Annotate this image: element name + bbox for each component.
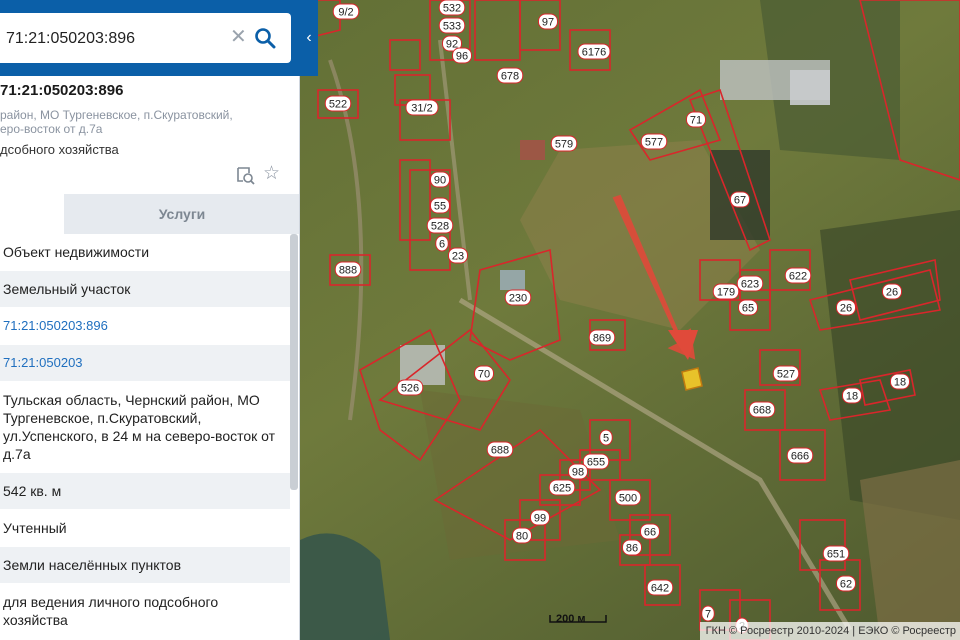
parcel-label[interactable]: 90 <box>434 175 446 187</box>
parcel-label[interactable]: 71 <box>690 115 702 127</box>
parcel-label[interactable]: 532 <box>443 3 461 15</box>
parcel-label[interactable]: 62 <box>840 579 852 591</box>
parcel-label[interactable]: 80 <box>516 531 528 543</box>
search-icon[interactable] <box>254 27 276 49</box>
parcel-label[interactable]: 642 <box>651 583 669 595</box>
parcel-label[interactable]: 622 <box>789 271 807 283</box>
property-link[interactable]: 71:21:050203 <box>0 345 290 382</box>
parcel-label[interactable]: 625 <box>553 483 571 495</box>
parcel-label[interactable]: 655 <box>587 457 605 469</box>
parcel-label[interactable]: 70 <box>478 369 490 381</box>
parcel-label[interactable]: 97 <box>542 17 554 29</box>
property-row: Объект недвижимости <box>0 234 290 271</box>
object-address-line1: район, МО Тургеневское, п.Скуратовский, <box>0 108 233 122</box>
parcel-label[interactable]: 623 <box>741 279 759 291</box>
parcel-label[interactable]: 65 <box>742 303 754 315</box>
parcel-label[interactable]: 579 <box>555 139 573 151</box>
parcel-label[interactable]: 18 <box>846 391 858 403</box>
parcel-label[interactable]: 55 <box>434 201 446 213</box>
parcel-label[interactable]: 688 <box>491 445 509 457</box>
object-usage: дсобного хозяйства <box>0 142 119 157</box>
chevron-left-icon[interactable]: ‹ <box>300 24 318 52</box>
property-link[interactable]: 71:21:050203:896 <box>0 308 290 345</box>
parcel-label[interactable]: 86 <box>626 543 638 555</box>
parcel-label[interactable]: 888 <box>339 265 357 277</box>
parcel-label[interactable]: 23 <box>452 251 464 263</box>
close-icon[interactable]: ✕ <box>230 26 247 48</box>
parcel-label[interactable]: 6 <box>439 239 445 251</box>
search-input[interactable] <box>4 25 218 53</box>
property-row: для ведения личного подсобного хозяйства <box>0 584 290 639</box>
parcel-label[interactable]: 678 <box>501 71 519 83</box>
parcel-label[interactable]: 533 <box>443 21 461 33</box>
info-panel: 71:21:050203:896 район, МО Тургеневское,… <box>0 0 300 640</box>
parcel-label[interactable]: 668 <box>753 405 771 417</box>
object-title: 71:21:050203:896 <box>0 82 124 99</box>
property-row: 542 кв. м <box>0 473 290 510</box>
tab-bar: Услуги <box>0 194 299 234</box>
parcel-label[interactable]: 26 <box>886 287 898 299</box>
tab-info[interactable] <box>0 194 64 234</box>
scrollbar[interactable] <box>290 234 298 490</box>
parcel-label[interactable]: 179 <box>717 287 735 299</box>
parcel-label[interactable]: 6176 <box>582 47 606 59</box>
object-address-line2: еро-восток от д.7а <box>0 122 103 136</box>
parcel-label[interactable]: 9/2 <box>338 7 353 19</box>
parcel-label[interactable]: 67 <box>734 195 746 207</box>
parcel-label[interactable]: 869 <box>593 333 611 345</box>
scale-label: 200 м <box>556 613 586 625</box>
property-row: Тульская область, Чернский район, МО Тур… <box>0 382 290 473</box>
parcel-label[interactable]: 527 <box>777 369 795 381</box>
search-box: ✕ <box>0 13 291 63</box>
parcel-label[interactable]: 7 <box>705 609 711 621</box>
parcel-label[interactable]: 666 <box>791 451 809 463</box>
parcel-label[interactable]: 26 <box>840 303 852 315</box>
parcel-label[interactable]: 522 <box>329 99 347 111</box>
parcel-label[interactable]: 66 <box>644 527 656 539</box>
property-list: Объект недвижимости Земельный участок 71:2… <box>0 234 290 639</box>
map-copyright: ГКН © Росреестр 2010-2024 | ЕЭКО © Росре… <box>699 622 960 640</box>
parcel-label[interactable]: 577 <box>645 137 663 149</box>
parcel-label[interactable]: 651 <box>827 549 845 561</box>
parcel-label[interactable]: 98 <box>572 467 584 479</box>
show-on-map-icon[interactable] <box>235 165 255 185</box>
search-bar: ✕ ‹ <box>0 0 318 76</box>
parcel-label[interactable]: 528 <box>431 221 449 233</box>
parcel-label[interactable]: 526 <box>401 383 419 395</box>
property-row: Земельный участок <box>0 271 290 308</box>
tab-services[interactable]: Услуги <box>64 194 299 234</box>
parcel-label[interactable]: 31/2 <box>411 103 432 115</box>
favorite-star-icon[interactable]: ☆ <box>263 164 280 184</box>
parcel-label[interactable]: 96 <box>456 51 468 63</box>
property-row: Земли населённых пунктов <box>0 547 290 584</box>
parcel-label[interactable]: 500 <box>619 493 637 505</box>
property-row: Учтенный <box>0 510 290 547</box>
parcel-label[interactable]: 99 <box>534 513 546 525</box>
parcel-label[interactable]: 18 <box>894 377 906 389</box>
parcel-label[interactable]: 5 <box>603 433 609 445</box>
parcel-label[interactable]: 230 <box>509 293 527 305</box>
selected-parcel <box>681 367 703 391</box>
